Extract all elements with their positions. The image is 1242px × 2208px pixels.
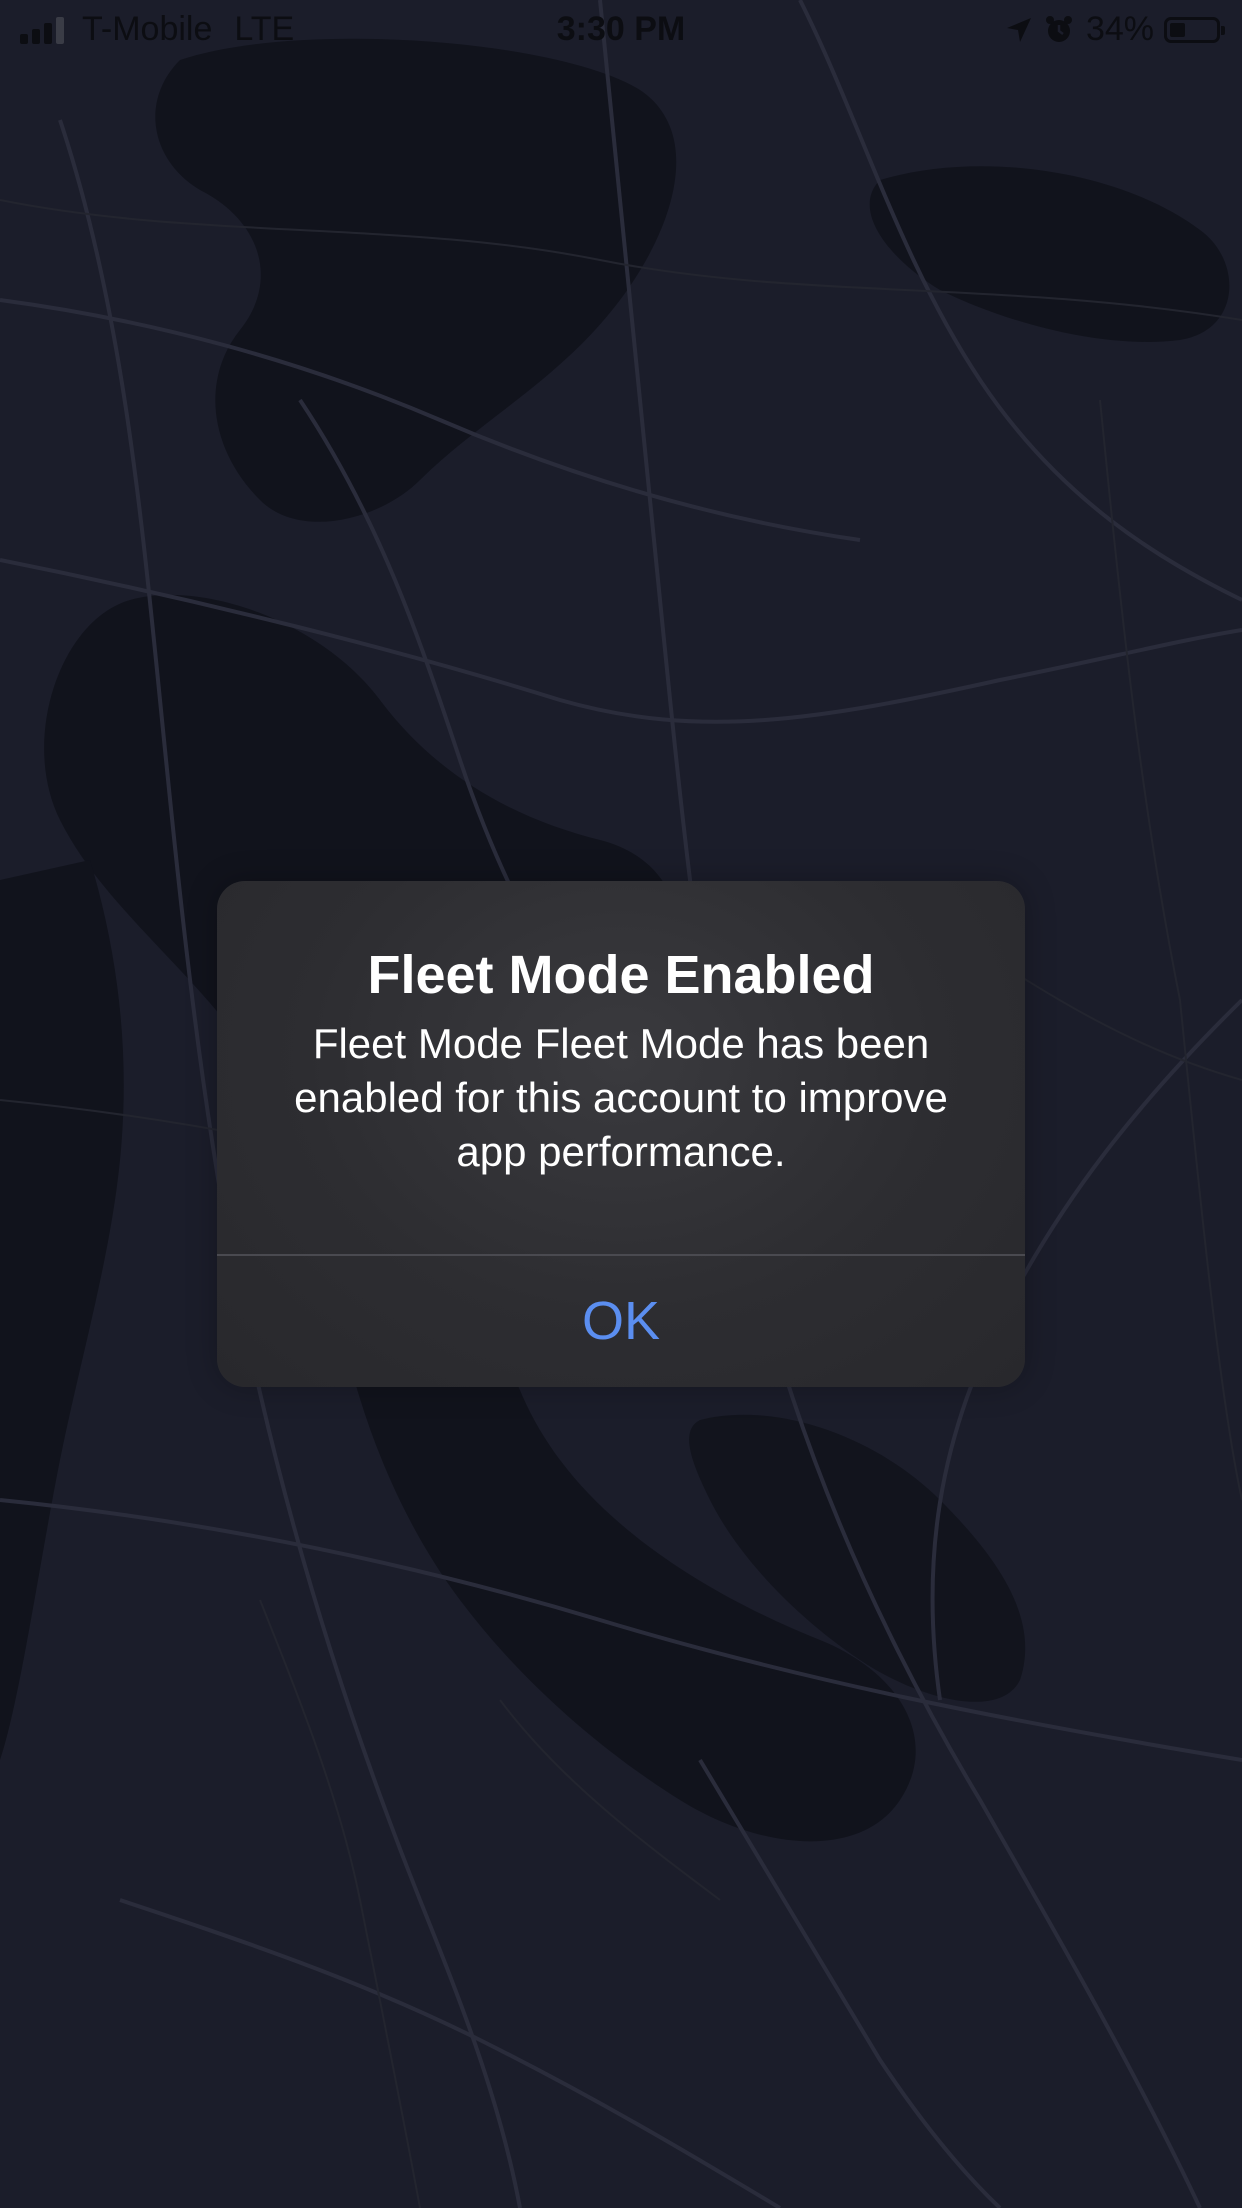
alert-body: Fleet Mode Enabled Fleet Mode Fleet Mode… [217, 881, 1025, 1254]
ok-button[interactable]: OK [217, 1256, 1025, 1387]
screen: T-Mobile LTE 3:30 PM 34% Fleet Mode Enab… [0, 0, 1242, 2208]
status-right: 34% [1006, 10, 1225, 49]
battery-fill [1170, 22, 1185, 37]
alert-message: Fleet Mode Fleet Mode has been enabled f… [294, 1020, 948, 1175]
location-arrow-icon [1006, 17, 1032, 43]
alarm-icon [1044, 15, 1074, 45]
status-bar: T-Mobile LTE 3:30 PM 34% [0, 0, 1242, 62]
alert-title: Fleet Mode Enabled [367, 945, 875, 1005]
alert-dialog: Fleet Mode Enabled Fleet Mode Fleet Mode… [217, 881, 1025, 1387]
battery-percent: 34% [1085, 10, 1154, 48]
battery-icon [1164, 16, 1225, 43]
